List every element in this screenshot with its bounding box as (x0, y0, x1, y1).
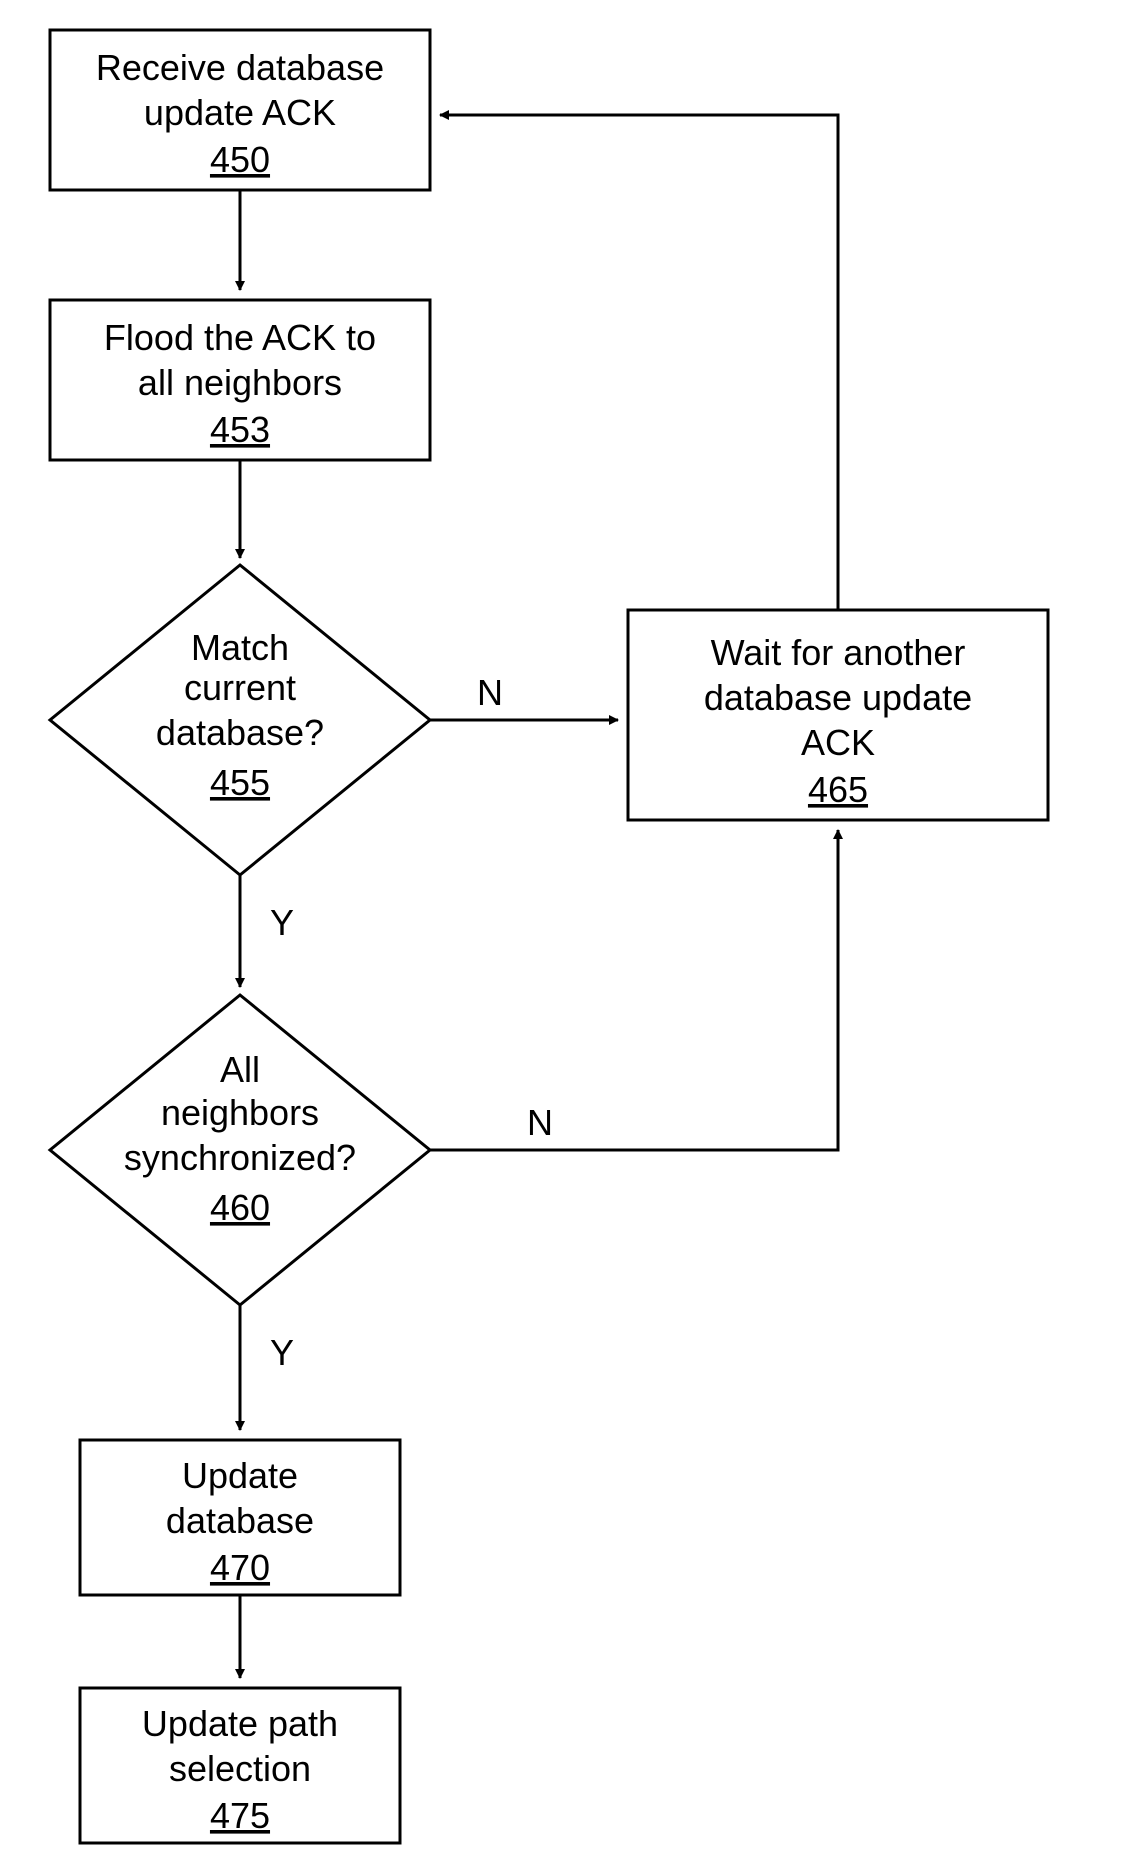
node-453-line1: Flood the ACK to (104, 317, 376, 358)
node-455-line1: Match (191, 627, 289, 668)
node-455: Match current database? 455 (50, 565, 430, 875)
node-460-line3: synchronized? (124, 1137, 356, 1178)
label-460-no: N (527, 1102, 553, 1143)
label-455-no: N (477, 672, 503, 713)
label-455-yes: Y (270, 902, 294, 943)
node-465-num: 465 (808, 769, 868, 810)
node-475-line2: selection (169, 1748, 311, 1789)
node-470-line2: database (166, 1500, 314, 1541)
node-460-line1: All (220, 1049, 260, 1090)
label-460-yes: Y (270, 1332, 294, 1373)
node-453-line2: all neighbors (138, 362, 342, 403)
node-450: Receive database update ACK 450 (50, 30, 430, 190)
node-455-num: 455 (210, 762, 270, 803)
node-465-line3: ACK (801, 722, 875, 763)
node-465-line1: Wait for another (711, 632, 966, 673)
node-465-line2: database update (704, 677, 972, 718)
arrow-465-450 (440, 115, 838, 610)
node-453-num: 453 (210, 409, 270, 450)
node-460-line2: neighbors (161, 1092, 319, 1133)
node-455-line2: current (184, 667, 296, 708)
node-470-line1: Update (182, 1455, 298, 1496)
node-450-line1: Receive database (96, 47, 384, 88)
node-450-line2: update ACK (144, 92, 336, 133)
node-460: All neighbors synchronized? 460 (50, 995, 430, 1305)
node-470: Update database 470 (80, 1440, 400, 1595)
arrow-460-465 (430, 830, 838, 1150)
flowchart: Receive database update ACK 450 Flood th… (0, 0, 1129, 1865)
node-450-num: 450 (210, 139, 270, 180)
node-475: Update path selection 475 (80, 1688, 400, 1843)
node-475-line1: Update path (142, 1703, 338, 1744)
node-453: Flood the ACK to all neighbors 453 (50, 300, 430, 460)
node-465: Wait for another database update ACK 465 (628, 610, 1048, 820)
node-455-line3: database? (156, 712, 324, 753)
node-475-num: 475 (210, 1795, 270, 1836)
node-460-num: 460 (210, 1187, 270, 1228)
node-470-num: 470 (210, 1547, 270, 1588)
